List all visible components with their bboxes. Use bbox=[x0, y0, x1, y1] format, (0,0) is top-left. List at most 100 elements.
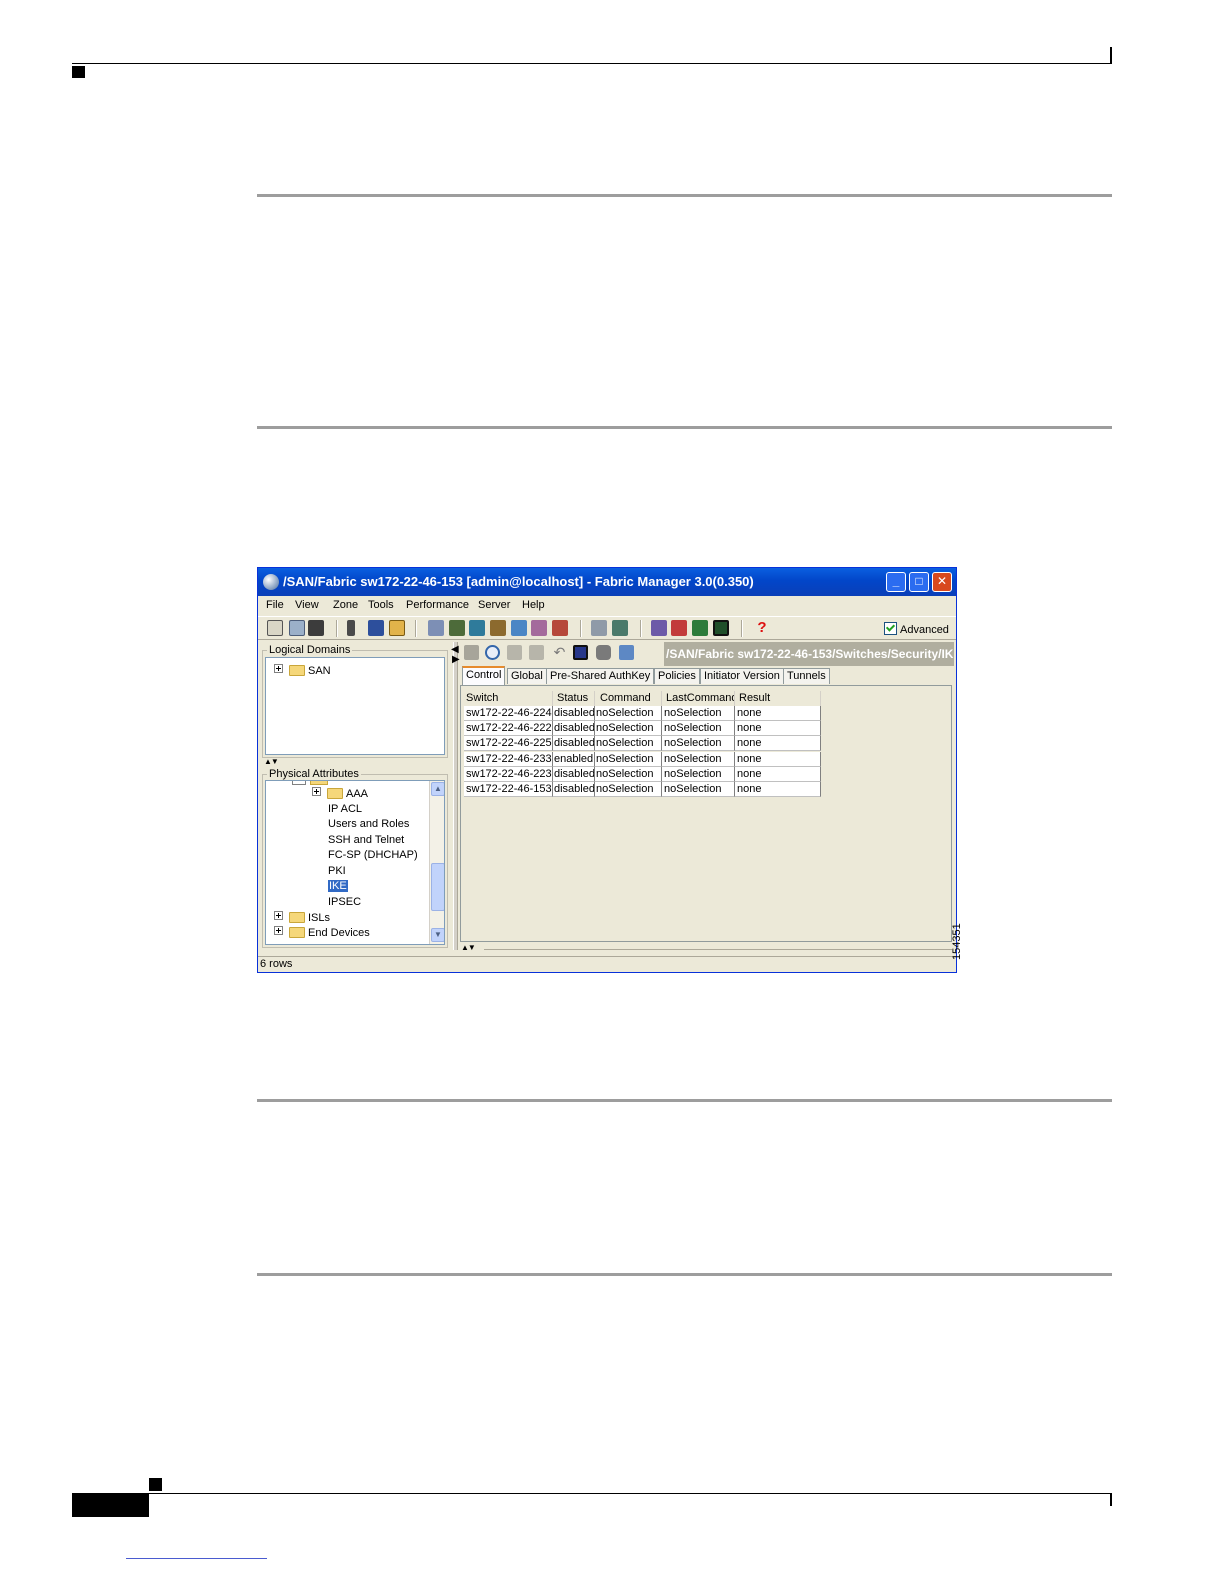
minimize-button[interactable]: _ bbox=[886, 572, 906, 592]
tree-item-ip-acl[interactable]: IP ACL bbox=[328, 802, 362, 816]
table-cell[interactable]: sw172-22-46-222 bbox=[464, 721, 553, 736]
performance-icon[interactable] bbox=[692, 620, 708, 636]
menu-file[interactable]: File bbox=[266, 599, 284, 611]
table-cell[interactable]: disabled bbox=[553, 736, 595, 751]
monitor-icon[interactable] bbox=[713, 620, 729, 636]
analyze-icon[interactable] bbox=[612, 620, 628, 636]
column-header-command[interactable]: Command bbox=[595, 691, 662, 706]
topology-icon[interactable] bbox=[511, 620, 527, 636]
table-cell[interactable]: noSelection bbox=[662, 736, 735, 751]
table-cell[interactable]: noSelection bbox=[595, 706, 662, 721]
advanced-toggle[interactable]: Advanced bbox=[884, 622, 949, 636]
tab-global[interactable]: Global bbox=[507, 668, 547, 684]
table-cell[interactable]: noSelection bbox=[595, 767, 662, 782]
column-header-status[interactable]: Status bbox=[553, 691, 595, 706]
table-cell[interactable]: noSelection bbox=[662, 706, 735, 721]
fabric-icon[interactable] bbox=[552, 620, 568, 636]
maximize-button[interactable]: □ bbox=[909, 572, 929, 592]
menu-tools[interactable]: Tools bbox=[368, 599, 394, 611]
table-cell[interactable]: none bbox=[735, 782, 821, 797]
undo-icon[interactable]: ↶ bbox=[552, 645, 567, 660]
tree-item-san[interactable]: SAN bbox=[274, 664, 331, 678]
tools-icon[interactable] bbox=[591, 620, 607, 636]
table-cell[interactable]: enabled bbox=[553, 752, 595, 767]
menu-view[interactable]: View bbox=[295, 599, 319, 611]
device-manager-icon[interactable] bbox=[469, 620, 485, 636]
tree-item-fc-sp[interactable]: FC-SP (DHCHAP) bbox=[328, 848, 418, 862]
help-icon[interactable]: ? bbox=[754, 620, 770, 636]
menu-help[interactable]: Help bbox=[522, 599, 545, 611]
tree-item-end-devices[interactable]: End Devices bbox=[274, 926, 370, 940]
menu-performance[interactable]: Performance bbox=[406, 599, 469, 611]
tree-item-users-and-roles[interactable]: Users and Roles bbox=[328, 817, 409, 831]
expand-icon[interactable] bbox=[274, 926, 283, 935]
menu-zone[interactable]: Zone bbox=[333, 599, 358, 611]
scroll-down-icon[interactable]: ▼ bbox=[431, 928, 444, 942]
expand-icon[interactable] bbox=[274, 664, 283, 673]
panel-divider[interactable] bbox=[453, 642, 458, 950]
switch-icon[interactable] bbox=[347, 620, 355, 636]
table-cell[interactable]: sw172-22-46-224 bbox=[464, 706, 553, 721]
tab-pre-shared-authkey[interactable]: Pre-Shared AuthKey bbox=[546, 668, 655, 684]
table-cell[interactable]: disabled bbox=[553, 721, 595, 736]
tree-item-isls[interactable]: ISLs bbox=[274, 911, 330, 925]
table-cell[interactable]: noSelection bbox=[662, 752, 735, 767]
zone-icon[interactable] bbox=[428, 620, 444, 636]
scroll-up-icon[interactable]: ▲ bbox=[431, 782, 444, 796]
column-header-lastcommand[interactable]: LastCommand bbox=[662, 691, 735, 706]
info-icon[interactable] bbox=[490, 620, 506, 636]
wizard-icon[interactable] bbox=[531, 620, 547, 636]
save-icon[interactable] bbox=[573, 645, 588, 660]
table-cell[interactable]: noSelection bbox=[595, 752, 662, 767]
splitter-arrows-icon[interactable]: ▲▼ bbox=[264, 757, 279, 766]
tab-policies[interactable]: Policies bbox=[654, 668, 700, 684]
table-cell[interactable]: sw172-22-46-225 bbox=[464, 736, 553, 751]
lock-icon[interactable] bbox=[368, 620, 384, 636]
users-icon[interactable] bbox=[389, 620, 405, 636]
refresh-icon[interactable] bbox=[485, 645, 500, 660]
table-cell[interactable]: sw172-22-46-233 bbox=[464, 752, 553, 767]
tree-item-ike[interactable]: IKE bbox=[328, 879, 348, 893]
column-header-switch[interactable]: Switch bbox=[464, 691, 553, 706]
tab-initiator-version[interactable]: Initiator Version bbox=[700, 668, 784, 684]
tree-item-pki[interactable]: PKI bbox=[328, 864, 346, 878]
expand-icon[interactable] bbox=[274, 911, 283, 920]
tree-item-ssh-and-telnet[interactable]: SSH and Telnet bbox=[328, 833, 404, 847]
table-cell[interactable]: disabled bbox=[553, 782, 595, 797]
tab-control[interactable]: Control bbox=[462, 666, 506, 685]
tree-item-aaa[interactable]: AAA bbox=[312, 787, 368, 801]
table-cell[interactable]: disabled bbox=[553, 767, 595, 782]
table-cell[interactable]: noSelection bbox=[662, 721, 735, 736]
advanced-checkbox[interactable] bbox=[884, 622, 897, 635]
discover-icon[interactable] bbox=[289, 620, 305, 636]
collapse-right-icon[interactable]: ▶ bbox=[452, 654, 460, 665]
column-header-result[interactable]: Result bbox=[735, 691, 821, 706]
open-icon[interactable] bbox=[267, 620, 283, 636]
table-cell[interactable]: none bbox=[735, 721, 821, 736]
table-cell[interactable]: none bbox=[735, 706, 821, 721]
alert-icon[interactable] bbox=[671, 620, 687, 636]
print-icon[interactable] bbox=[596, 645, 611, 660]
table-cell[interactable]: none bbox=[735, 767, 821, 782]
table-cell[interactable]: none bbox=[735, 752, 821, 767]
paste-icon[interactable] bbox=[529, 645, 544, 660]
expand-icon[interactable] bbox=[312, 787, 321, 796]
table-cell[interactable]: noSelection bbox=[595, 782, 662, 797]
vsan-icon[interactable] bbox=[449, 620, 465, 636]
table-cell[interactable]: disabled bbox=[553, 706, 595, 721]
table-cell[interactable]: noSelection bbox=[662, 782, 735, 797]
table-cell[interactable]: sw172-22-46-153 bbox=[464, 782, 553, 797]
copy-icon[interactable] bbox=[507, 645, 522, 660]
tab-tunnels[interactable]: Tunnels bbox=[783, 668, 830, 684]
table-cell[interactable]: noSelection bbox=[595, 736, 662, 751]
table-cell[interactable]: sw172-22-46-223 bbox=[464, 767, 553, 782]
export-icon[interactable] bbox=[619, 645, 634, 660]
back-icon[interactable] bbox=[464, 645, 479, 660]
table-cell[interactable]: none bbox=[735, 736, 821, 751]
shield-icon[interactable] bbox=[651, 620, 667, 636]
splitter-arrows-icon[interactable]: ▲▼ bbox=[461, 943, 476, 952]
tree-item-ipsec[interactable]: IPSEC bbox=[328, 895, 361, 909]
tree-scrollbar[interactable]: ▲ ▼ bbox=[429, 781, 444, 944]
binoculars-icon[interactable] bbox=[308, 620, 324, 636]
table-cell[interactable]: noSelection bbox=[662, 767, 735, 782]
